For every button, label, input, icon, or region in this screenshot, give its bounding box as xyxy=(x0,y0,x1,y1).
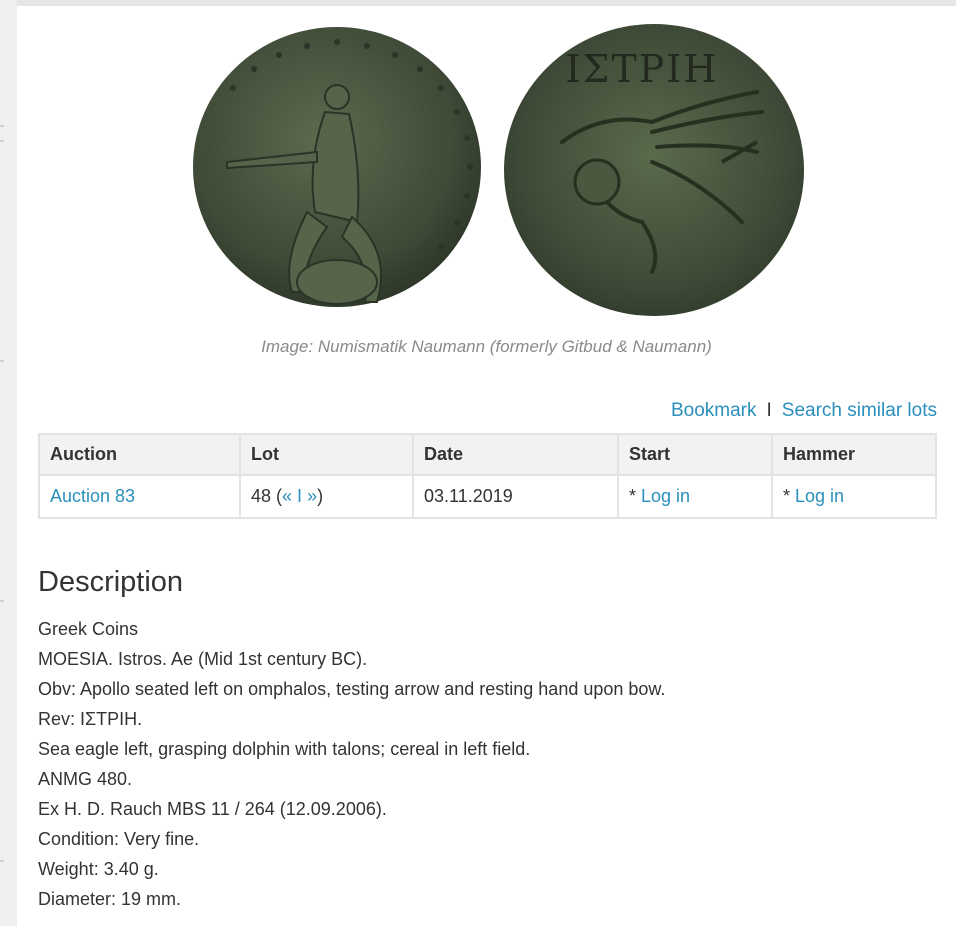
strip-divider xyxy=(0,600,4,602)
bookmark-link[interactable]: Bookmark xyxy=(671,400,757,422)
description-line: Weight: 3.40 g. xyxy=(38,859,159,879)
auction-link[interactable]: Auction 83 xyxy=(50,486,135,506)
column-header-date: Date xyxy=(412,433,619,476)
description-line: Sea eagle left, grasping dolphin with ta… xyxy=(38,739,531,759)
lot-detail-page: ΙΣΤΡΙΗ Image: Numismatik Naumann (former… xyxy=(17,6,956,926)
table-row: Auction 83 48 (« I ») 03.11.2019 * Log i… xyxy=(38,474,937,519)
start-prefix: * xyxy=(629,486,642,506)
lot-info-table: Auction Lot Date Start Hammer Auction 83… xyxy=(38,433,937,519)
hammer-cell: * Log in xyxy=(771,474,937,519)
start-cell: * Log in xyxy=(617,474,773,519)
column-header-start: Start xyxy=(617,433,773,476)
description-line: Ex H. D. Rauch MBS 11 / 264 (12.09.2006)… xyxy=(38,799,387,819)
hammer-login-link[interactable]: Log in xyxy=(795,486,844,506)
column-header-hammer: Hammer xyxy=(771,433,937,476)
lot-cell: 48 (« I ») xyxy=(239,474,414,519)
coin-obverse-image xyxy=(187,22,487,322)
reverse-inscription: ΙΣΤΡΙΗ xyxy=(566,47,719,91)
previous-lot-link[interactable]: « xyxy=(282,486,292,506)
table-header-row: Auction Lot Date Start Hammer xyxy=(38,433,937,476)
description-line: ANMG 480. xyxy=(38,769,133,789)
strip-divider xyxy=(0,140,4,142)
coin-image[interactable]: ΙΣΤΡΙΗ xyxy=(187,22,804,322)
description-line: Obv: Apollo seated left on omphalos, tes… xyxy=(38,679,666,699)
actions-separator: I xyxy=(766,400,772,421)
strip-divider xyxy=(0,125,4,127)
description-line: MOESIA. Istros. Ae (Mid 1st century BC). xyxy=(38,649,368,669)
date-cell: 03.11.2019 xyxy=(412,474,619,519)
lot-number: 48 ( xyxy=(251,486,283,506)
auction-cell: Auction 83 xyxy=(38,474,241,519)
next-lot-link[interactable]: » xyxy=(307,486,317,506)
image-caption: Image: Numismatik Naumann (formerly Gitb… xyxy=(261,337,712,356)
start-login-link[interactable]: Log in xyxy=(641,486,690,506)
hammer-prefix: * xyxy=(783,486,796,506)
description-line: Greek Coins xyxy=(38,619,139,639)
left-sidebar-strip xyxy=(0,0,17,926)
column-header-auction: Auction xyxy=(38,433,241,476)
description-text: Greek Coins MOESIA. Istros. Ae (Mid 1st … xyxy=(38,614,665,914)
lot-nav-separator: I xyxy=(292,486,308,506)
description-line: Rev: ΙΣΤΡΙΗ. xyxy=(38,709,143,729)
strip-divider xyxy=(0,860,4,862)
column-header-lot: Lot xyxy=(239,433,414,476)
search-similar-lots-link[interactable]: Search similar lots xyxy=(782,400,937,422)
coin-reverse-image: ΙΣΤΡΙΗ xyxy=(502,22,807,322)
description-heading: Description xyxy=(38,566,184,598)
description-line: Condition: Very fine. xyxy=(38,829,200,849)
description-line: Diameter: 19 mm. xyxy=(38,889,182,909)
strip-divider xyxy=(0,360,4,362)
lot-actions: Bookmark I Search similar lots xyxy=(671,400,937,422)
lot-close-paren: ) xyxy=(317,486,324,506)
